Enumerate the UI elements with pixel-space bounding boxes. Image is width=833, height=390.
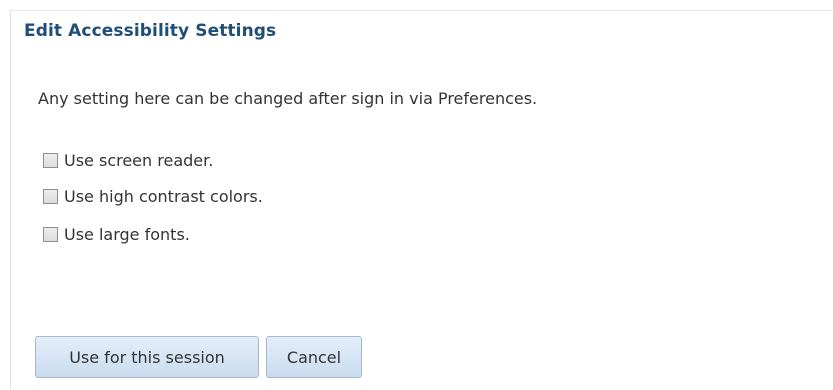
large-fonts-label[interactable]: Use large fonts. (64, 225, 190, 244)
screen-reader-label[interactable]: Use screen reader. (64, 151, 213, 170)
screen-reader-checkbox[interactable] (43, 152, 58, 168)
use-for-session-button[interactable]: Use for this session (35, 336, 259, 378)
cancel-button[interactable]: Cancel (266, 336, 362, 378)
dialog-description: Any setting here can be changed after si… (38, 89, 538, 108)
high-contrast-checkbox[interactable] (43, 188, 58, 204)
high-contrast-label[interactable]: Use high contrast colors. (64, 187, 263, 206)
dialog-title: Edit Accessibility Settings (24, 21, 277, 41)
option-large-fonts[interactable]: Use large fonts. (43, 223, 190, 245)
option-high-contrast[interactable]: Use high contrast colors. (43, 185, 263, 207)
large-fonts-checkbox[interactable] (43, 226, 58, 242)
option-screen-reader[interactable]: Use screen reader. (43, 149, 213, 171)
